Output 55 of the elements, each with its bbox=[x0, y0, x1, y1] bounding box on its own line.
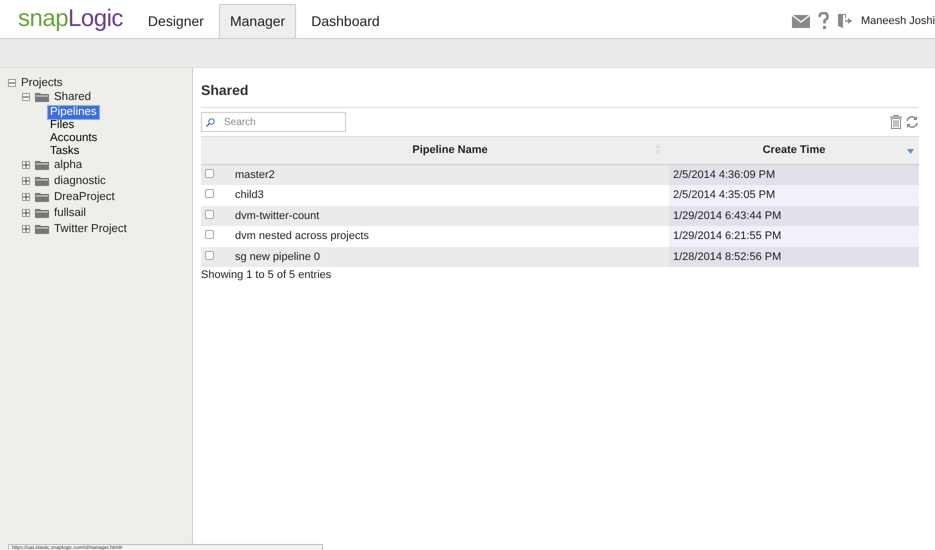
nav-tab[interactable]: Manager bbox=[218, 4, 296, 38]
folder-icon bbox=[35, 192, 49, 202]
folder-icon bbox=[35, 160, 49, 170]
table-cell: 2/5/2014 4:36:09 PM bbox=[673, 168, 776, 180]
row-checkbox[interactable] bbox=[205, 189, 214, 198]
tree-item[interactable]: DreaProject bbox=[54, 190, 115, 204]
search-icon bbox=[206, 118, 215, 127]
tree-item[interactable]: Accounts bbox=[48, 132, 100, 145]
toggle-icon[interactable] bbox=[22, 193, 30, 201]
table-cell: 1/28/2014 8:52:56 PM bbox=[673, 250, 782, 262]
table-cell: sg new pipeline 0 bbox=[235, 250, 320, 262]
table-cell: 2/5/2014 4:35:05 PM bbox=[673, 189, 776, 201]
panel-title: Shared bbox=[201, 80, 919, 108]
toggle-icon[interactable] bbox=[22, 209, 30, 217]
tree-item[interactable]: alpha bbox=[54, 158, 82, 172]
folder-icon bbox=[35, 92, 49, 102]
logout-icon[interactable] bbox=[837, 13, 853, 29]
table-cell: 1/29/2014 6:21:55 PM bbox=[673, 230, 782, 242]
table-cell: dvm-twitter-count bbox=[235, 210, 320, 222]
table-cell: 1/29/2014 6:43:44 PM bbox=[673, 210, 782, 222]
row-checkbox[interactable] bbox=[205, 210, 214, 218]
folder-icon bbox=[35, 224, 49, 234]
refresh-icon[interactable] bbox=[905, 115, 919, 129]
search-field[interactable]: Search bbox=[201, 112, 346, 132]
column-header[interactable]: Pipeline Name bbox=[231, 136, 669, 164]
mail-icon[interactable] bbox=[792, 14, 810, 28]
tree-item[interactable]: diagnostic bbox=[54, 174, 106, 188]
nav-tab[interactable]: Designer bbox=[136, 4, 215, 38]
entries-info: Showing 1 to 5 of 5 entries bbox=[201, 268, 332, 283]
toggle-icon[interactable] bbox=[22, 225, 30, 233]
toggle-icon[interactable] bbox=[22, 161, 30, 169]
row-checkbox[interactable] bbox=[205, 250, 214, 260]
tree-item[interactable]: Projects bbox=[21, 76, 63, 90]
table-cell: master2 bbox=[235, 168, 275, 180]
table-cell: dvm nested across projects bbox=[235, 230, 369, 242]
toggle-icon[interactable] bbox=[22, 93, 30, 101]
column-header[interactable]: Create Time bbox=[669, 136, 919, 164]
row-checkbox[interactable] bbox=[205, 168, 214, 178]
logo: snapLogic bbox=[18, 4, 123, 34]
nav-tab[interactable]: Dashboard bbox=[300, 4, 391, 38]
tree-item[interactable]: Pipelines bbox=[48, 106, 99, 119]
row-checkbox[interactable] bbox=[205, 230, 214, 239]
tree-item[interactable]: Files bbox=[48, 119, 76, 132]
folder-icon bbox=[35, 208, 49, 218]
tree-item[interactable]: Twitter Project bbox=[54, 222, 127, 236]
folder-icon bbox=[35, 176, 49, 186]
help-icon[interactable] bbox=[818, 12, 829, 30]
tree-item[interactable]: fullsail bbox=[54, 206, 86, 220]
toggle-icon[interactable] bbox=[22, 177, 30, 185]
table-cell: child3 bbox=[235, 189, 264, 201]
user-name[interactable]: Maneesh Joshi bbox=[861, 12, 935, 30]
toggle-icon[interactable] bbox=[8, 79, 16, 87]
trash-icon[interactable] bbox=[890, 115, 902, 129]
tree-item[interactable]: Shared bbox=[54, 90, 92, 104]
tree-item[interactable]: Tasks bbox=[48, 145, 82, 158]
